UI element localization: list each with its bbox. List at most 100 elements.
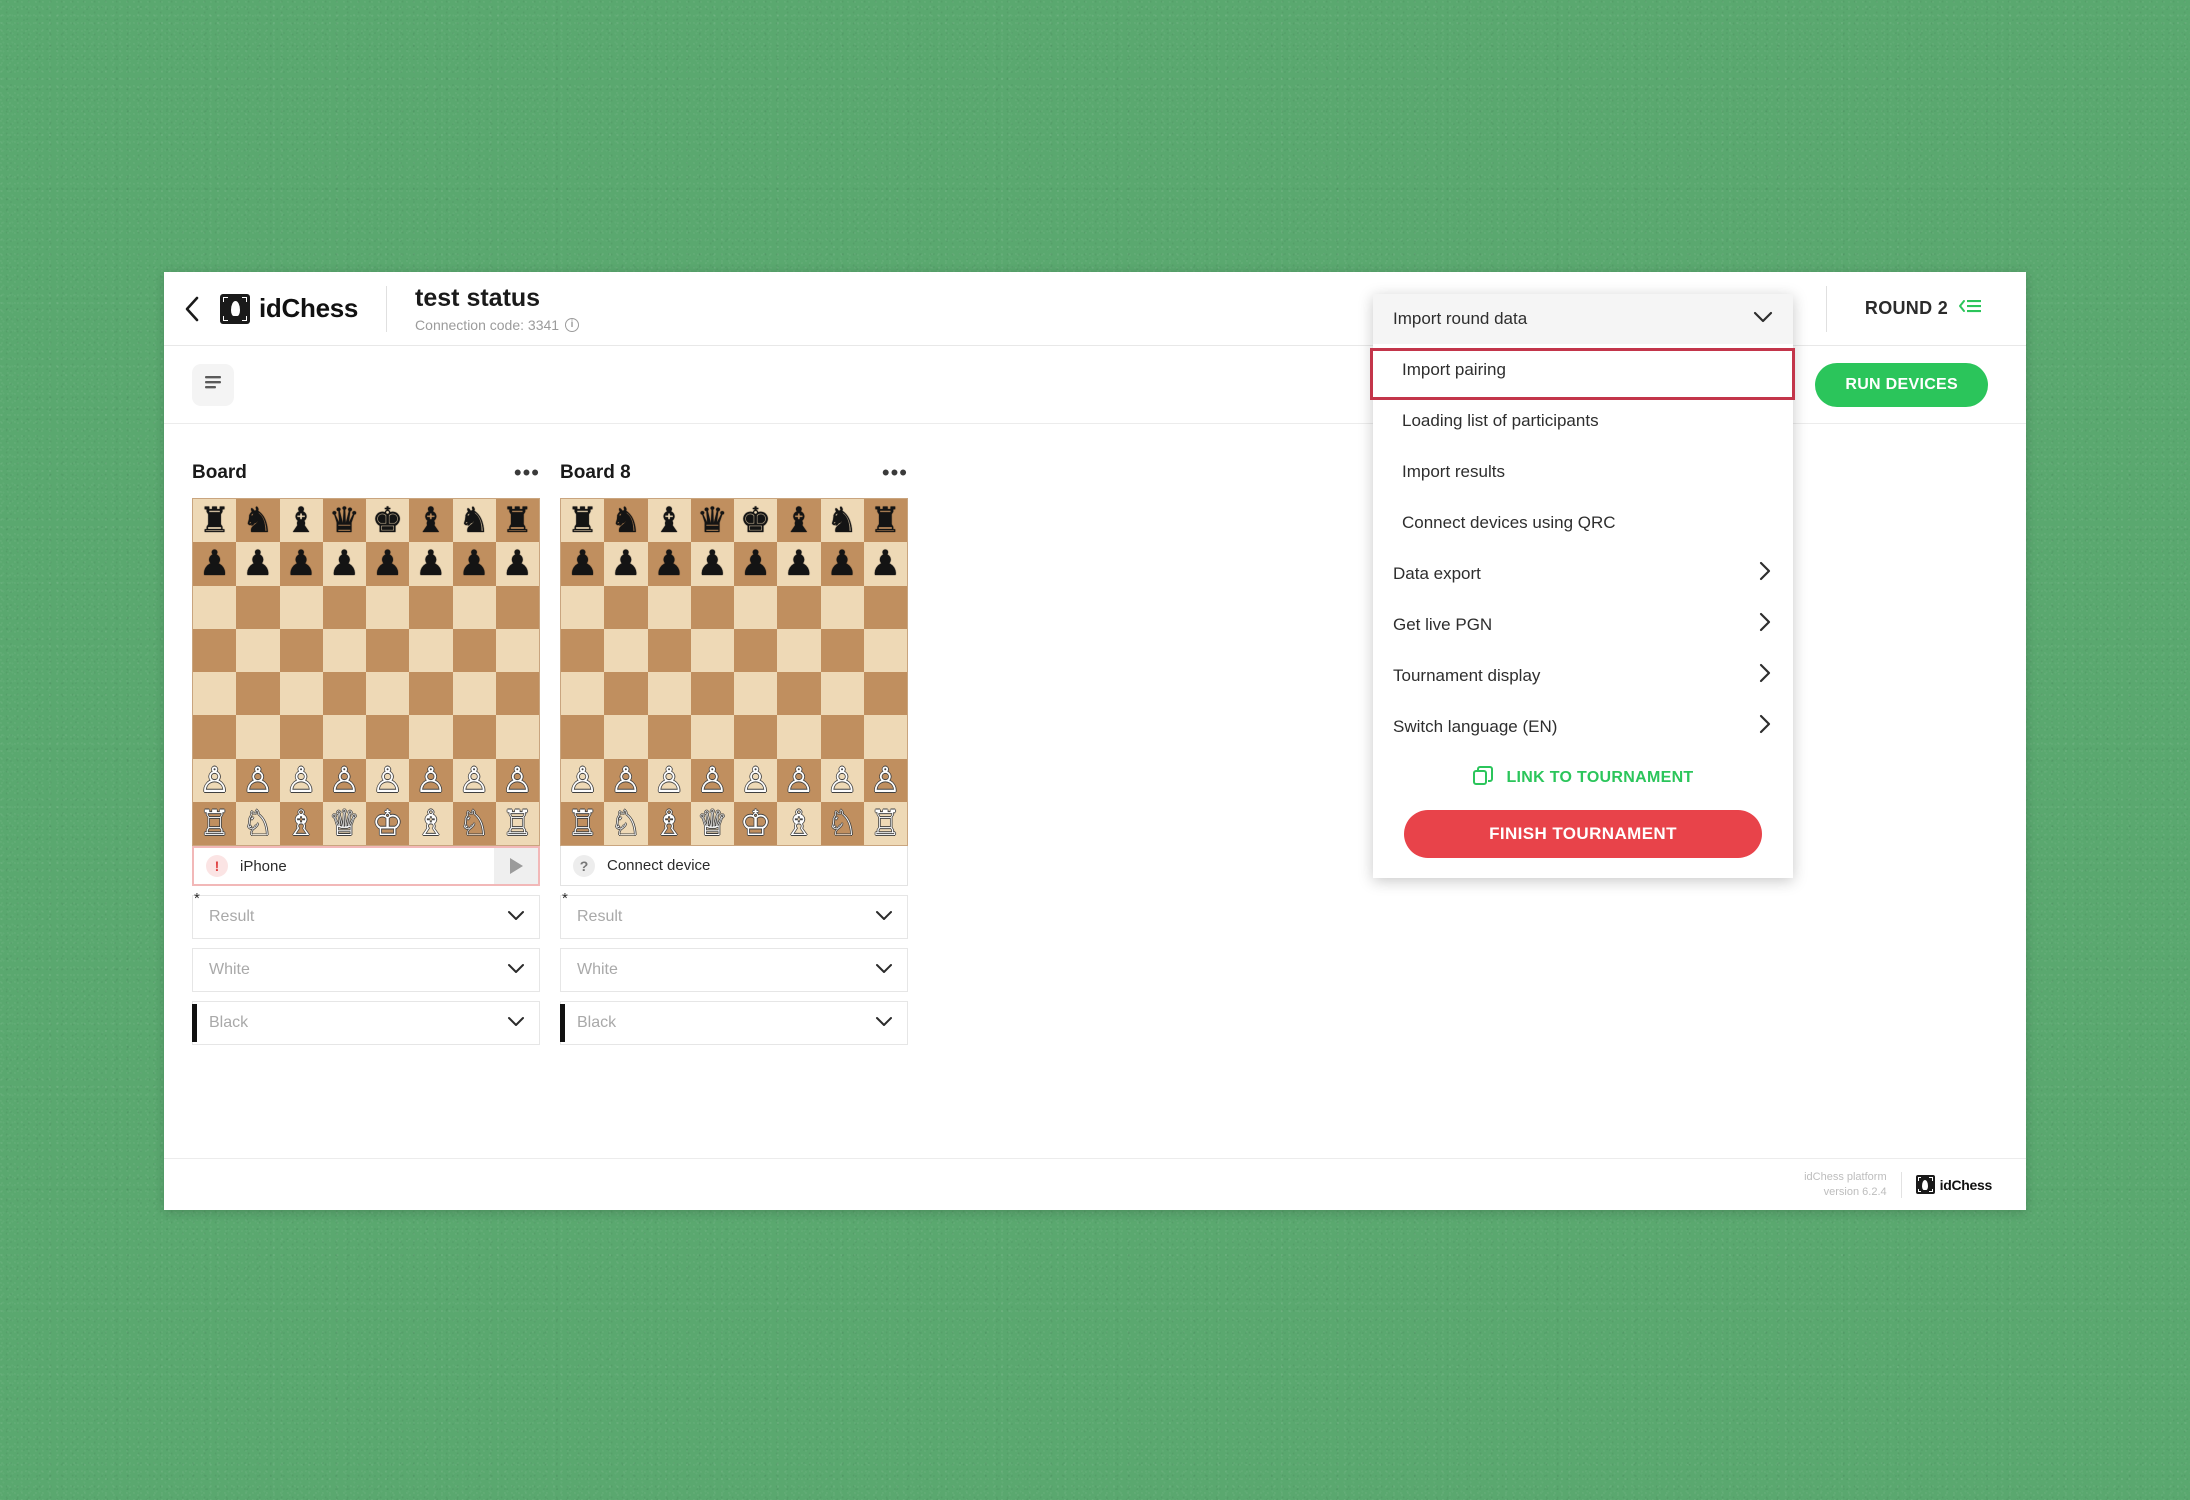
board-square: ♟ <box>236 542 280 586</box>
finish-tournament-button[interactable]: FINISH TOURNAMENT <box>1404 810 1762 858</box>
board-square: ♙ <box>322 758 366 802</box>
board-square <box>279 715 323 759</box>
menu-item-loading-list-of-participants[interactable]: Loading list of participants <box>1373 395 1793 446</box>
board-square <box>322 628 366 672</box>
board-square <box>820 585 864 629</box>
info-icon[interactable]: i <box>565 317 580 332</box>
board-square <box>279 672 323 716</box>
board-card: Board ••• ♜ ♞ ♝ ♛ ♚ ♝ ♞ ♜ ♟ ♟ ♟ ♟ ♟ ♟ ♟ ♟ ♙ ♙ ♙ ♙ ♙ ♙ ♙ ♙ ♖ ♘ ♗ ♕ ♔ ♗ ♘ ♖… <box>192 458 540 1045</box>
round-selector-button[interactable]: ROUND 2 <box>1827 298 2026 319</box>
board-square <box>734 672 778 716</box>
footer-brand-name: idChess <box>1939 1176 1993 1193</box>
board-square: ♝ <box>279 499 323 543</box>
chessboard[interactable]: ♜ ♞ ♝ ♛ ♚ ♝ ♞ ♜ ♟ ♟ ♟ ♟ ♟ ♟ ♟ ♟ ♙ ♙ ♙ ♙ ♙ ♙ ♙ ♙ ♖ ♘ ♗ ♕ ♔ ♗ ♘ ♖ <box>560 498 908 846</box>
chess-piece: ♙ <box>869 760 902 800</box>
device-row[interactable]: ! iPhone <box>192 846 540 886</box>
board-square <box>604 715 648 759</box>
board-square <box>452 672 496 716</box>
chess-piece: ♚ <box>739 501 772 541</box>
board-square: ♟ <box>734 542 778 586</box>
menu-header-import-round-data[interactable]: Import round data <box>1373 294 1793 344</box>
board-square: ♘ <box>236 801 280 845</box>
board-square: ♘ <box>820 801 864 845</box>
select-result-placeholder: Result <box>209 908 255 925</box>
device-row[interactable]: ? Connect device <box>560 846 908 886</box>
chess-piece: ♝ <box>653 501 685 541</box>
board-square: ♟ <box>647 542 691 586</box>
board-square <box>452 715 496 759</box>
board-square: ♟ <box>604 542 648 586</box>
board-square <box>647 628 691 672</box>
select-black-row: Black <box>192 1001 540 1045</box>
connection-code: Connection code: 3341 <box>415 316 560 333</box>
chess-piece: ♟ <box>242 544 274 584</box>
run-devices-button[interactable]: RUN DEVICES <box>1815 362 1988 407</box>
chess-piece: ♖ <box>869 803 902 843</box>
select-black[interactable]: Black <box>560 1001 908 1045</box>
board-square: ♟ <box>193 542 237 586</box>
more-options-icon[interactable]: ••• <box>882 462 908 484</box>
idchess-mark-icon <box>1915 1175 1935 1194</box>
board-square <box>322 672 366 716</box>
select-result[interactable]: Result <box>560 895 908 939</box>
more-options-icon[interactable]: ••• <box>514 462 540 484</box>
board-square <box>236 585 280 629</box>
board-square <box>236 715 280 759</box>
filter-button[interactable] <box>192 363 234 406</box>
chess-piece: ♟ <box>653 544 685 584</box>
chess-piece: ♟ <box>610 544 642 584</box>
header-right: ROUND 2 <box>1825 272 2026 345</box>
board-square <box>366 628 410 672</box>
question-icon: ? <box>573 854 595 877</box>
required-asterisk: * <box>562 890 568 907</box>
back-button[interactable] <box>164 272 220 345</box>
board-square <box>193 672 237 716</box>
footer-version-line1: idChess platform <box>1804 1171 1887 1184</box>
chess-piece: ♘ <box>458 803 490 843</box>
chevron-down-icon <box>875 961 893 979</box>
menu-item-data-export[interactable]: Data export <box>1373 548 1793 599</box>
chevron-down-icon <box>875 1014 893 1032</box>
board-square: ♗ <box>777 801 821 845</box>
menu-item-import-pairing[interactable]: Import pairing <box>1373 344 1793 395</box>
menu-item-get-live-pgn[interactable]: Get live PGN <box>1373 599 1793 650</box>
link-to-tournament-button[interactable]: LINK TO TOURNAMENT <box>1373 752 1793 804</box>
chess-piece: ♟ <box>696 544 729 584</box>
chess-piece: ♟ <box>285 544 317 584</box>
board-square: ♙ <box>279 758 323 802</box>
board-square: ♛ <box>322 499 366 543</box>
chess-piece: ♟ <box>566 544 599 584</box>
chevron-right-icon <box>1759 714 1771 739</box>
chess-piece: ♟ <box>739 544 772 584</box>
menu-item-switch-language-en[interactable]: Switch language (EN) <box>1373 701 1793 752</box>
menu-item-tournament-display[interactable]: Tournament display <box>1373 650 1793 701</box>
link-to-tournament-label: LINK TO TOURNAMENT <box>1506 769 1694 786</box>
select-result-row: * Result <box>560 891 908 939</box>
chess-piece: ♜ <box>566 501 599 541</box>
chessboard[interactable]: ♜ ♞ ♝ ♛ ♚ ♝ ♞ ♜ ♟ ♟ ♟ ♟ ♟ ♟ ♟ ♟ ♙ ♙ ♙ ♙ ♙ ♙ ♙ ♙ ♖ ♘ ♗ ♕ ♔ ♗ ♘ ♖ <box>192 498 540 846</box>
board-square <box>409 715 453 759</box>
board-square: ♟ <box>279 542 323 586</box>
chevron-right-icon <box>1759 663 1771 688</box>
board-square <box>193 628 237 672</box>
board-square: ♙ <box>604 758 648 802</box>
board-square: ♖ <box>495 801 539 845</box>
play-icon[interactable] <box>494 848 538 884</box>
board-square: ♜ <box>495 499 539 543</box>
menu-item-import-results[interactable]: Import results <box>1373 446 1793 497</box>
select-result[interactable]: Result <box>192 895 540 939</box>
chess-piece: ♝ <box>783 501 815 541</box>
chess-piece: ♞ <box>242 501 274 541</box>
select-white[interactable]: White <box>560 948 908 992</box>
chess-piece: ♖ <box>566 803 599 843</box>
select-white[interactable]: White <box>192 948 540 992</box>
board-square <box>777 585 821 629</box>
menu-item-connect-devices-using-qrc[interactable]: Connect devices using QRC <box>1373 497 1793 548</box>
board-square: ♘ <box>452 801 496 845</box>
chess-piece: ♙ <box>566 760 599 800</box>
board-square: ♞ <box>236 499 280 543</box>
chess-piece: ♟ <box>826 544 858 584</box>
chess-piece: ♙ <box>285 760 317 800</box>
select-black[interactable]: Black <box>192 1001 540 1045</box>
board-square: ♙ <box>236 758 280 802</box>
